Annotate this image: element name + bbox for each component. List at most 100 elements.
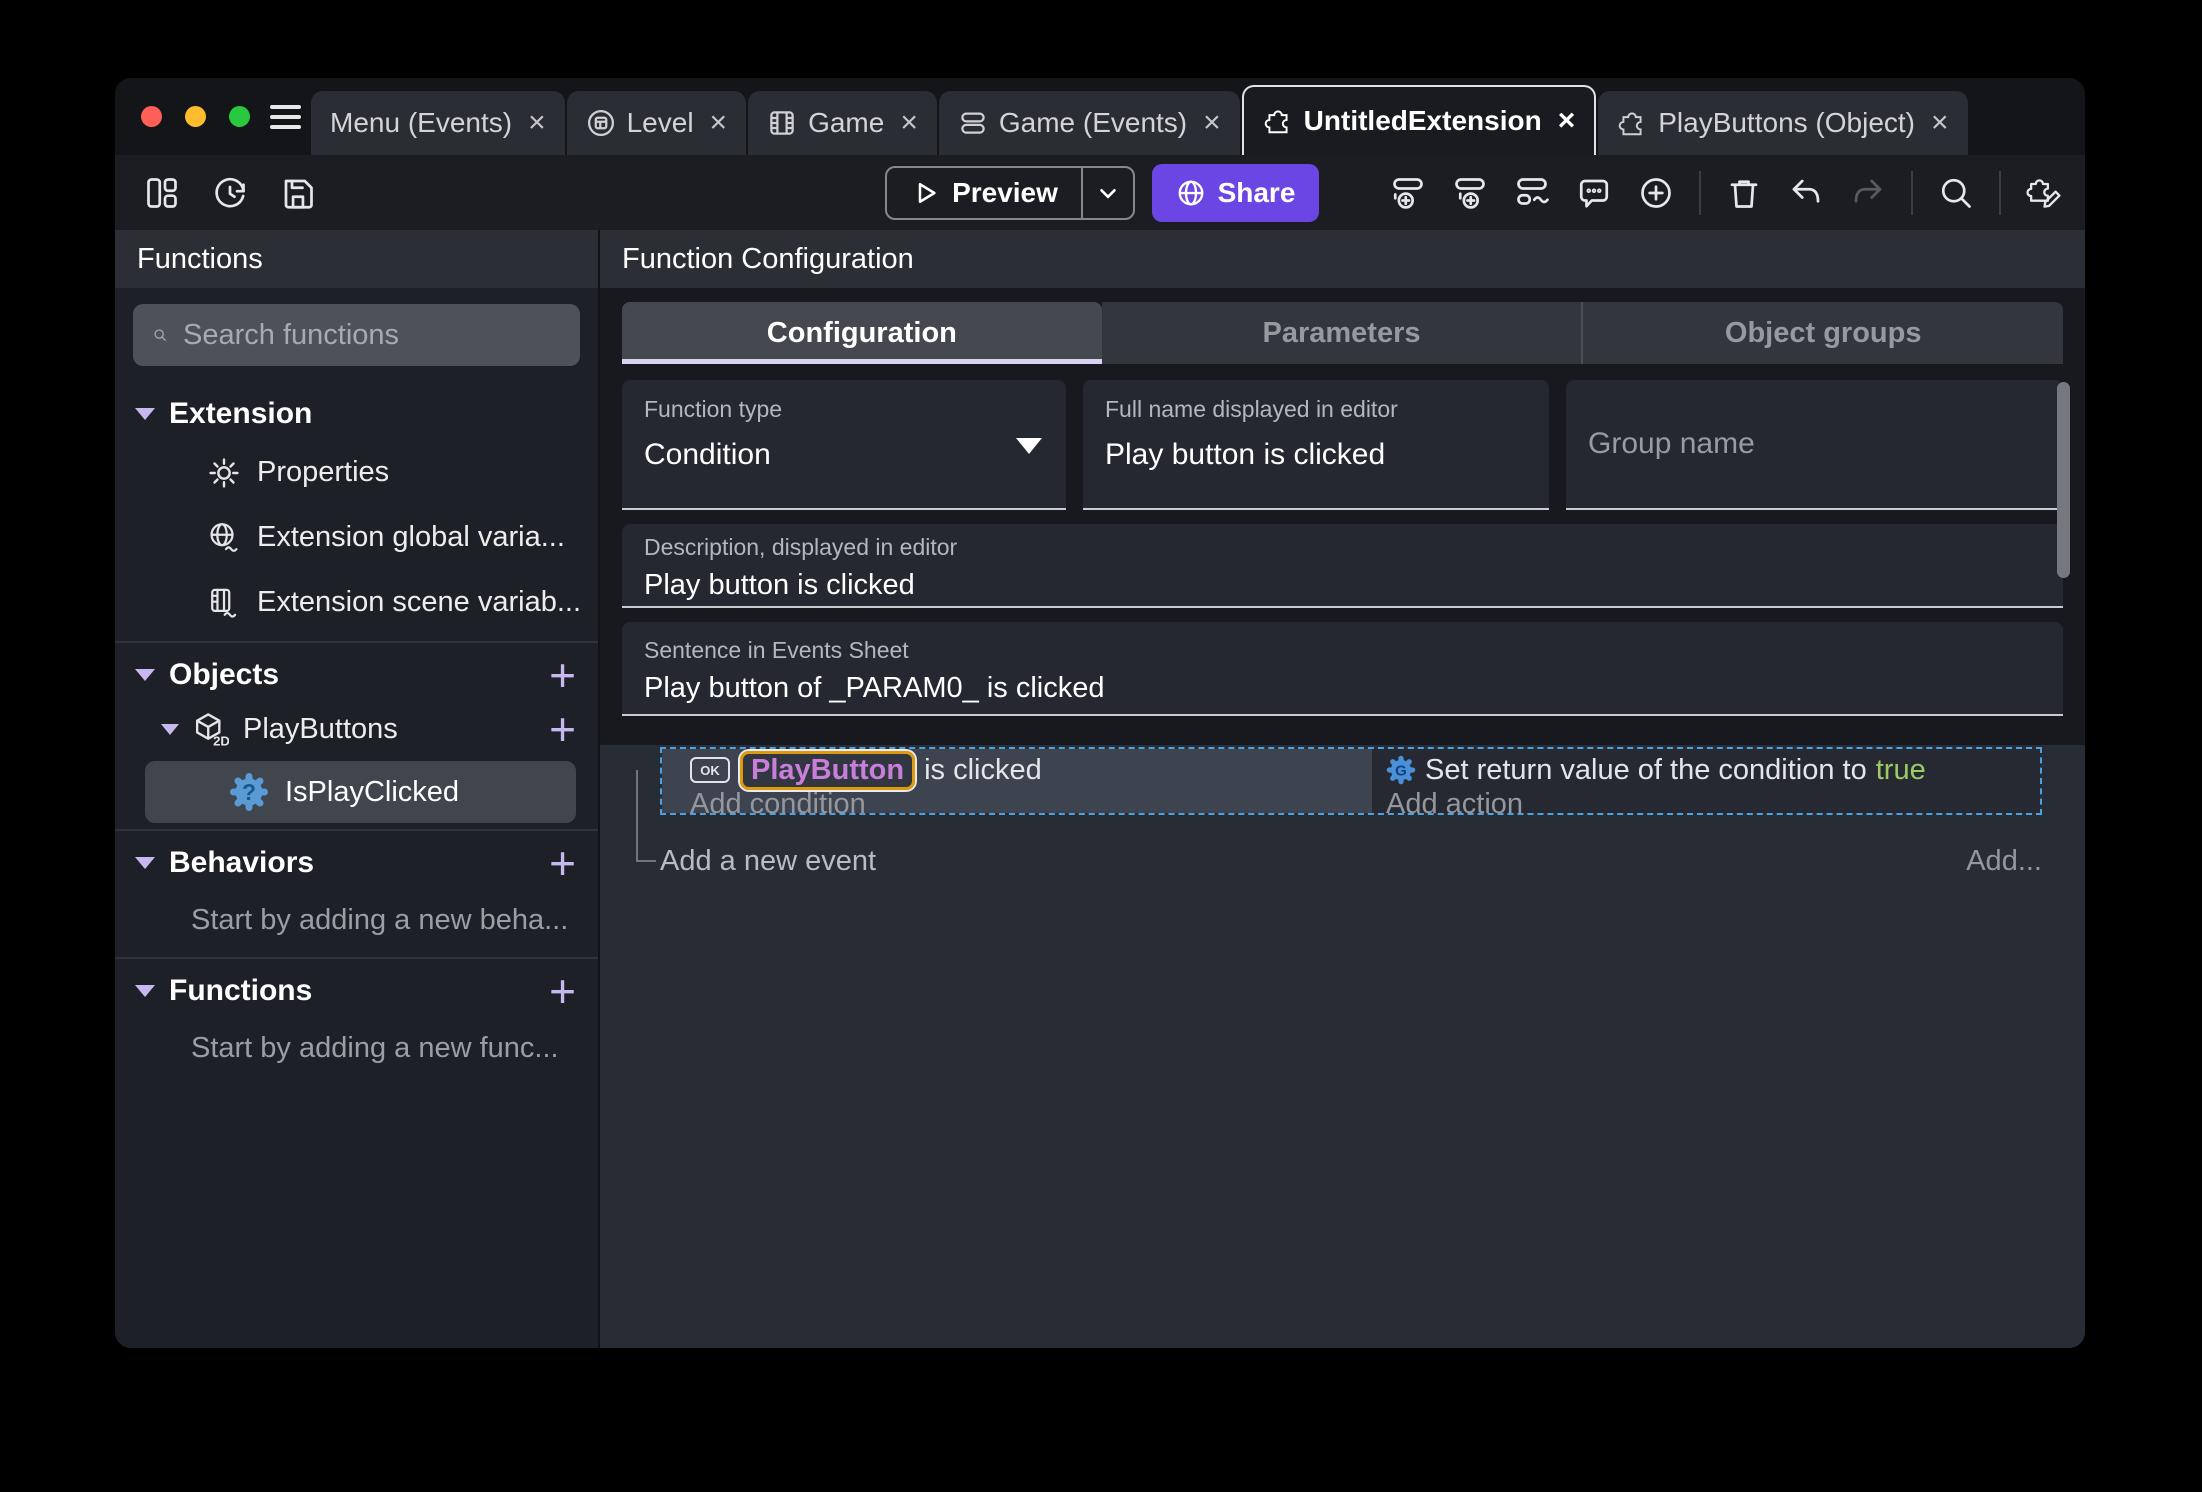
add-subevent-button[interactable] (1451, 174, 1489, 212)
tab-label: UntitledExtension (1303, 105, 1542, 136)
divider (115, 829, 598, 831)
add-more-events-button[interactable] (1637, 174, 1675, 212)
vertical-scrollbar[interactable] (2057, 382, 2070, 578)
share-button[interactable]: Share (1152, 164, 1319, 222)
zoom-window-button[interactable] (229, 106, 250, 127)
action-value[interactable]: true (1876, 754, 1926, 787)
section-extension[interactable]: Extension (115, 388, 598, 440)
menu-icon[interactable] (270, 105, 301, 129)
tab-menu-events[interactable]: Menu (Events) × (311, 91, 565, 155)
chevron-down-icon[interactable] (135, 408, 155, 420)
preview-dropdown-button[interactable] (1081, 168, 1133, 218)
conditions-cell[interactable]: OK PlayButton is clicked Add condition (662, 749, 1372, 819)
tab-configuration[interactable]: Configuration (622, 302, 1102, 364)
chevron-down-icon[interactable] (161, 723, 179, 735)
close-icon[interactable]: × (1203, 108, 1221, 138)
add-condition-icon (1514, 175, 1550, 211)
description-field[interactable]: Description, displayed in editor Play bu… (622, 524, 2063, 608)
function-configuration-panel: Function Configuration Configuration Par… (600, 230, 2085, 1348)
chevron-down-icon[interactable] (135, 985, 155, 997)
tab-label: Menu (Events) (330, 107, 513, 138)
search-events-button[interactable] (1937, 174, 1975, 212)
extension-edit-icon (2026, 175, 2062, 211)
app-window: Menu (Events) × Level × Game × Game (Eve… (115, 78, 2085, 1348)
minimize-window-button[interactable] (185, 106, 206, 127)
section-behaviors[interactable]: Behaviors + (115, 837, 598, 889)
add-action-link[interactable]: Add action (1386, 789, 2040, 819)
close-icon[interactable]: × (1558, 106, 1576, 136)
action-instruction[interactable]: G Set return value of the condition to t… (1386, 752, 2040, 788)
undo-button[interactable] (1787, 174, 1825, 212)
add-comment-button[interactable] (1575, 174, 1613, 212)
add-more-link[interactable]: Add... (1966, 845, 2042, 878)
functions-empty-hint: Start by adding a new func... (191, 1031, 559, 1064)
function-row-isplayclicked-selected[interactable]: ? IsPlayClicked (145, 761, 576, 823)
extension-icon (1263, 106, 1293, 136)
add-condition-button[interactable] (1513, 174, 1551, 212)
close-window-button[interactable] (141, 106, 162, 127)
search-functions-box[interactable] (133, 304, 580, 366)
save-icon (280, 175, 316, 211)
add-new-event-link[interactable]: Add a new event (660, 845, 876, 878)
scene-variables-icon (207, 586, 241, 620)
tab-game[interactable]: Game × (748, 91, 937, 155)
chevron-down-icon[interactable] (135, 857, 155, 869)
add-behavior-button[interactable]: + (547, 840, 578, 886)
scene-icon (586, 108, 616, 138)
save-button[interactable] (279, 174, 317, 212)
search-functions-input[interactable] (183, 318, 560, 352)
condition-instruction[interactable]: OK PlayButton is clicked (690, 750, 1372, 790)
redo-button[interactable] (1849, 174, 1887, 212)
film-icon (767, 108, 797, 138)
tab-object-groups[interactable]: Object groups (1581, 302, 2064, 364)
function-type-field[interactable]: Function type Condition (622, 380, 1066, 510)
tab-parameters[interactable]: Parameters (1101, 302, 1582, 364)
add-object-button[interactable]: + (547, 652, 578, 698)
fields-row: Function type Condition Full name displa… (622, 380, 2063, 510)
svg-text:G: G (1395, 762, 1407, 779)
event-row-selected[interactable]: OK PlayButton is clicked Add condition G… (660, 747, 2042, 819)
object-name-badge[interactable]: PlayButton (740, 750, 916, 790)
tab-level[interactable]: Level × (566, 91, 747, 155)
preview-button[interactable]: Preview (885, 166, 1135, 220)
tab-untitled-extension[interactable]: UntitledExtension × (1241, 85, 1597, 155)
action-text: Set return value of the condition to (1425, 753, 1867, 786)
sidebar-item-properties[interactable]: Properties (115, 440, 598, 505)
project-manager-button[interactable] (143, 174, 181, 212)
traffic-lights (141, 106, 250, 127)
add-event-button[interactable] (1389, 174, 1427, 212)
preview-button-main[interactable]: Preview (887, 177, 1081, 209)
dropdown-arrow-icon[interactable] (1016, 438, 1042, 454)
add-object-function-button[interactable]: + (547, 706, 578, 752)
behaviors-empty-hint: Start by adding a new beha... (191, 903, 569, 936)
close-icon[interactable]: × (710, 108, 728, 138)
group-name-field[interactable] (1566, 380, 2063, 510)
edit-extension-button[interactable] (2025, 174, 2063, 212)
group-name-input[interactable] (1588, 427, 2041, 461)
delete-button[interactable] (1725, 174, 1763, 212)
sentence-field[interactable]: Sentence in Events Sheet Play button of … (622, 622, 2063, 716)
divider (115, 957, 598, 959)
tab-game-events[interactable]: Game (Events) × (938, 91, 1240, 155)
sidebar-title-label: Functions (137, 242, 263, 275)
add-function-button[interactable]: + (547, 968, 578, 1014)
section-objects[interactable]: Objects + (115, 649, 598, 701)
chevron-down-icon[interactable] (135, 669, 155, 681)
close-icon[interactable]: × (1931, 108, 1949, 138)
history-button[interactable] (211, 174, 249, 212)
object-row-playbuttons[interactable]: PlayButtons + (115, 701, 598, 757)
tab-playbuttons-object[interactable]: PlayButtons (Object) × (1598, 91, 1968, 155)
sidebar-item-scene-variables[interactable]: Extension scene variab... (115, 570, 598, 635)
actions-cell[interactable]: G Set return value of the condition to t… (1372, 749, 2040, 819)
configuration-form: Configuration Parameters Object groups F… (600, 288, 2085, 716)
sidebar-item-global-variables[interactable]: Extension global varia... (115, 505, 598, 570)
section-functions[interactable]: Functions + (115, 965, 598, 1017)
full-name-field[interactable]: Full name displayed in editor Play butto… (1083, 380, 1549, 510)
extension-icon (1617, 108, 1647, 138)
close-icon[interactable]: × (528, 108, 546, 138)
function-label: IsPlayClicked (285, 775, 460, 808)
add-condition-link[interactable]: Add condition (690, 789, 1372, 819)
close-icon[interactable]: × (900, 108, 918, 138)
toolbar-left-group (143, 174, 317, 212)
tab-bar: Menu (Events) × Level × Game × Game (Eve… (115, 78, 2085, 155)
